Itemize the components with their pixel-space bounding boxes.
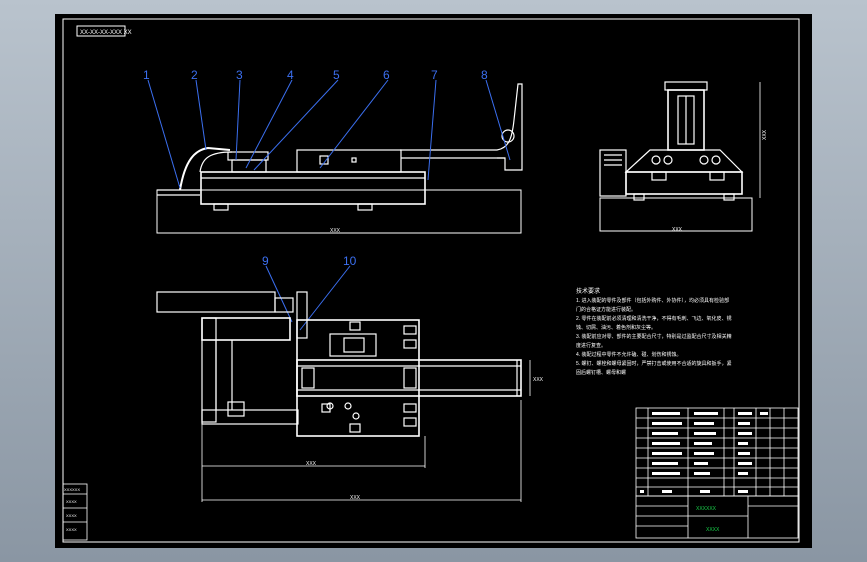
- tech-line: 3. 装配前应对零、部件的主要配合尺寸，特别是过盈配合尺寸及相关精: [576, 333, 732, 340]
- side-height-dim: XXX: [762, 129, 768, 140]
- balloon-2: 2: [191, 68, 198, 82]
- balloon-5: 5: [333, 68, 340, 82]
- title-block-code: XXXX: [706, 527, 720, 533]
- balloon-7: 7: [431, 68, 438, 82]
- tech-line: 5. 螺钉、螺栓和螺母紧固时，严禁打击或使用不合适的旋具和扳手，紧: [576, 360, 732, 367]
- title-block-name: XXXXXX: [696, 506, 717, 512]
- balloon-4: 4: [287, 68, 294, 82]
- balloon-8: 8: [481, 68, 488, 82]
- drawing-canvas: XX-XX-XX-XXX XX XXX 1 2 3 4 5 6 7 8 9 10…: [55, 14, 812, 548]
- tech-line: 2. 零件在装配前必须清理和清洗干净，不得有毛刺、飞边、氧化皮、锈: [576, 315, 732, 322]
- side-width-dim: XXX: [672, 227, 683, 233]
- balloon-3: 3: [236, 68, 243, 82]
- plan-overall-dim: XXX: [350, 495, 361, 501]
- tech-line: 门的合格证方能进行装配。: [576, 306, 636, 313]
- stamp-text: XXXX: [66, 499, 77, 504]
- tech-line: 度进行复查。: [576, 342, 606, 349]
- plan-inner-dim: XXX: [306, 461, 317, 467]
- balloon-6: 6: [383, 68, 390, 82]
- code-label: XX-XX-XX-XXX XX: [80, 30, 132, 36]
- balloon-10: 10: [343, 254, 357, 268]
- stamp-text: XXXX: [66, 527, 77, 532]
- stamp-text: XXXX: [66, 513, 77, 518]
- plan-side-dim: XXX: [533, 377, 544, 383]
- stamp-text: XXXXXX: [64, 487, 80, 492]
- front-length-dim: XXX: [330, 228, 341, 234]
- tech-line: 蚀、切屑、油污、着色剂和灰尘等。: [576, 324, 656, 331]
- tech-line: 固后螺钉槽、螺母和螺: [576, 369, 626, 376]
- cad-drawing-viewport[interactable]: XX-XX-XX-XXX XX XXX 1 2 3 4 5 6 7 8 9 10…: [0, 0, 867, 562]
- tech-line: 4. 装配过程中零件不允许磕、碰、划伤和锈蚀。: [576, 351, 682, 358]
- tech-requirements-title: 技术要求: [576, 287, 600, 295]
- balloon-1: 1: [143, 68, 150, 82]
- balloon-9: 9: [262, 254, 269, 268]
- tech-line: 1. 进入装配的零件及部件（包括外购件、外协件），均必须具有检验部: [576, 297, 729, 304]
